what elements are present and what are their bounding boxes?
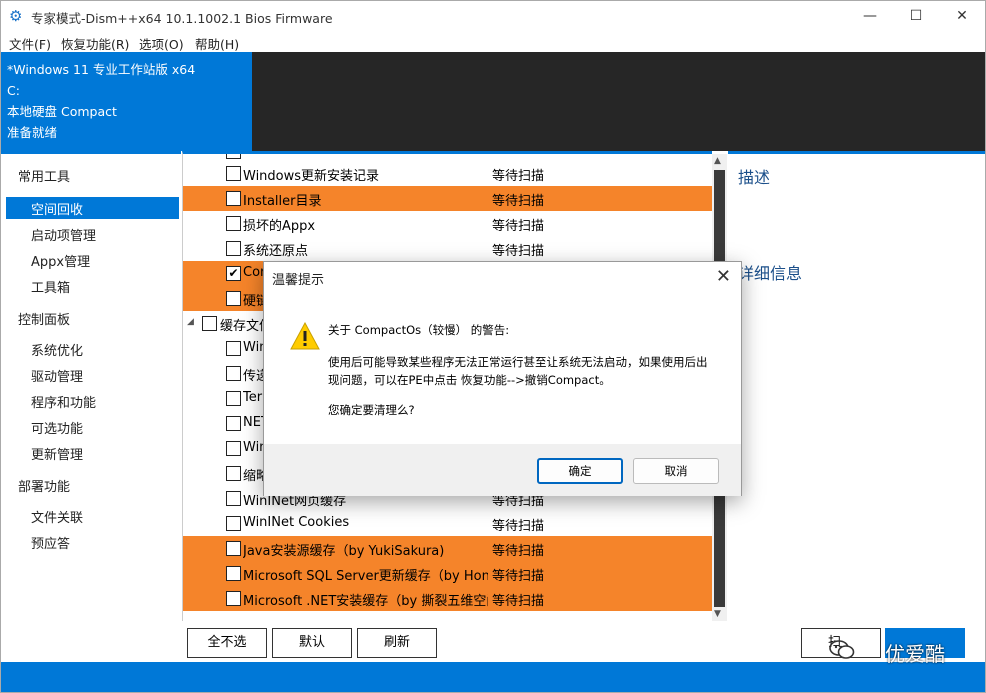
dialog-title: 温馨提示 xyxy=(272,273,325,288)
dialog-footer: 确定 取消 xyxy=(264,444,741,496)
dialog-close-button[interactable]: ✕ xyxy=(716,266,731,287)
system-status: 准备就绪 xyxy=(7,125,58,140)
row-name: Microsoft SQL Server更新缓存（by Honry、 xyxy=(243,569,488,584)
menu-file[interactable]: 文件(F) xyxy=(9,34,51,53)
row-status: 等待扫描 xyxy=(492,569,545,584)
sidebar-item-toolbox[interactable]: 工具箱 xyxy=(31,277,70,296)
list-item[interactable]: 系统还原点 等待扫描 xyxy=(183,236,712,261)
sidebar-item-drivers[interactable]: 驱动管理 xyxy=(31,366,83,385)
close-button[interactable]: ✕ xyxy=(939,1,985,31)
scroll-up-icon[interactable]: ▲ xyxy=(714,156,721,166)
row-status: 等待扫描 xyxy=(492,244,545,259)
row-checkbox[interactable] xyxy=(226,566,241,581)
menu-options[interactable]: 选项(O) xyxy=(139,34,184,53)
row-checkbox[interactable] xyxy=(226,516,241,531)
list-item[interactable]: Microsoft SQL Server更新缓存（by Honry、等待扫描 xyxy=(183,561,712,586)
app-window: ⚙ 专家模式-Dism++x64 10.1.1002.1 Bios Firmwa… xyxy=(0,0,986,693)
dialog-question: 您确定要清理么? xyxy=(328,403,415,417)
description-title: 描述 xyxy=(738,168,771,187)
details-title: 详细信息 xyxy=(738,264,803,283)
warning-dialog: 温馨提示 ✕ 关于 CompactOs（较慢） 的警告: 使用后可能导致某些程序… xyxy=(263,261,742,496)
row-name: Java安装源缓存（by YukiSakura) xyxy=(243,544,445,559)
row-name: Windows更新安装记录 xyxy=(243,169,380,184)
row-checkbox[interactable] xyxy=(226,291,241,306)
menu-bar: 文件(F) 恢复功能(R) 选项(O) 帮助(H) xyxy=(1,31,985,52)
row-name: 系统还原点 xyxy=(243,244,309,259)
sidebar-section-control-panel: 控制面板 xyxy=(18,313,71,328)
row-checkbox[interactable] xyxy=(226,154,241,159)
sidebar-section-common: 常用工具 xyxy=(18,170,71,185)
row-checkbox[interactable]: ✔ xyxy=(226,266,241,281)
list-item[interactable]: Java安装源缓存（by YukiSakura) 等待扫描 xyxy=(183,536,712,561)
row-name: Microsoft .NET安装缓存（by 撕裂五维空间) xyxy=(243,594,488,609)
list-item[interactable]: Microsoft .NET安装缓存（by 撕裂五维空间) 等待扫描 xyxy=(183,586,712,611)
row-checkbox[interactable] xyxy=(226,366,241,381)
sidebar: 常用工具 空间回收 启动项管理 Appx管理 工具箱 控制面板 系统优化 驱动管… xyxy=(1,151,181,662)
row-name: WinINet Cookies xyxy=(243,515,350,530)
title-bar[interactable]: ⚙ 专家模式-Dism++x64 10.1.1002.1 Bios Firmwa… xyxy=(1,1,985,31)
sidebar-item-programs[interactable]: 程序和功能 xyxy=(31,392,96,411)
menu-help[interactable]: 帮助(H) xyxy=(195,34,239,53)
row-checkbox[interactable] xyxy=(226,191,241,206)
list-item[interactable]: Windows更新安装记录 等待扫描 xyxy=(183,161,712,186)
refresh-button[interactable]: 刷新 xyxy=(357,628,437,658)
list-item[interactable]: 损坏的Appx 等待扫描 xyxy=(183,211,712,236)
sidebar-item-optimize[interactable]: 系统优化 xyxy=(31,340,83,359)
default-button[interactable]: 默认 xyxy=(272,628,352,658)
wechat-icon xyxy=(829,639,855,661)
row-status: 等待扫描 xyxy=(492,519,545,534)
sidebar-item-file-assoc[interactable]: 文件关联 xyxy=(31,507,83,526)
dialog-heading: 关于 CompactOs（较慢） 的警告: xyxy=(328,323,510,337)
system-info-panel[interactable]: *Windows 11 专业工作站版 x64 C: 本地硬盘 Compact 准… xyxy=(1,52,252,151)
row-checkbox[interactable] xyxy=(226,591,241,606)
row-checkbox[interactable] xyxy=(226,541,241,556)
row-checkbox[interactable] xyxy=(226,466,241,481)
row-checkbox[interactable] xyxy=(226,441,241,456)
sidebar-item-features[interactable]: 可选功能 xyxy=(31,418,83,437)
status-bar xyxy=(1,662,985,692)
deselect-all-button[interactable]: 全不选 xyxy=(187,628,267,658)
row-name: 损坏的Appx xyxy=(243,219,316,234)
sidebar-item-startup[interactable]: 启动项管理 xyxy=(31,225,96,244)
row-checkbox[interactable] xyxy=(226,491,241,506)
dialog-cancel-button[interactable]: 取消 xyxy=(633,458,719,484)
sidebar-section-deploy: 部署功能 xyxy=(18,480,71,495)
row-name: Installer目录 xyxy=(243,194,322,209)
expand-arrow-icon[interactable]: ◢ xyxy=(187,317,194,327)
list-item[interactable]: Installer目录 等待扫描 xyxy=(183,186,712,211)
row-status: 等待扫描 xyxy=(492,169,545,184)
warning-icon xyxy=(290,321,320,352)
sidebar-item-unattend[interactable]: 预应答 xyxy=(31,533,70,552)
gear-icon: ⚙ xyxy=(9,7,23,25)
row-status: 等待扫描 xyxy=(492,594,545,609)
details-pane: 描述 详细信息 xyxy=(728,151,985,621)
row-checkbox[interactable] xyxy=(226,216,241,231)
row-status: 等待扫描 xyxy=(492,544,545,559)
row-checkbox[interactable] xyxy=(202,316,217,331)
row-checkbox[interactable] xyxy=(226,241,241,256)
row-checkbox[interactable] xyxy=(226,416,241,431)
scroll-down-icon[interactable]: ▼ xyxy=(714,609,721,619)
disk-type: 本地硬盘 Compact xyxy=(7,104,117,119)
row-checkbox[interactable] xyxy=(226,341,241,356)
dialog-body: 使用后可能导致某些程序无法正常运行甚至让系统无法启动，如果使用后出现问题，可以在… xyxy=(328,355,708,387)
row-checkbox[interactable] xyxy=(226,166,241,181)
sidebar-item-updates[interactable]: 更新管理 xyxy=(31,444,83,463)
window-title: 专家模式-Dism++x64 10.1.1002.1 Bios Firmware xyxy=(31,11,333,26)
maximize-button[interactable]: ☐ xyxy=(893,1,939,31)
sidebar-item-appx[interactable]: Appx管理 xyxy=(31,251,90,270)
dialog-ok-button[interactable]: 确定 xyxy=(537,458,623,484)
minimize-button[interactable]: — xyxy=(847,1,893,31)
watermark-text: 优爱酷 xyxy=(885,642,945,666)
drive-letter: C: xyxy=(7,83,20,98)
list-item[interactable]: WinINet Cookies 等待扫描 xyxy=(183,511,712,536)
session-panel xyxy=(252,52,985,151)
menu-restore[interactable]: 恢复功能(R) xyxy=(61,34,129,53)
row-status: 等待扫描 xyxy=(492,219,545,234)
watermark: 优爱酷 xyxy=(829,635,959,666)
os-name: *Windows 11 专业工作站版 x64 xyxy=(7,62,196,77)
sidebar-item-space-cleanup[interactable]: 空间回收 xyxy=(31,199,83,218)
row-checkbox[interactable] xyxy=(226,391,241,406)
row-status: 等待扫描 xyxy=(492,194,545,209)
